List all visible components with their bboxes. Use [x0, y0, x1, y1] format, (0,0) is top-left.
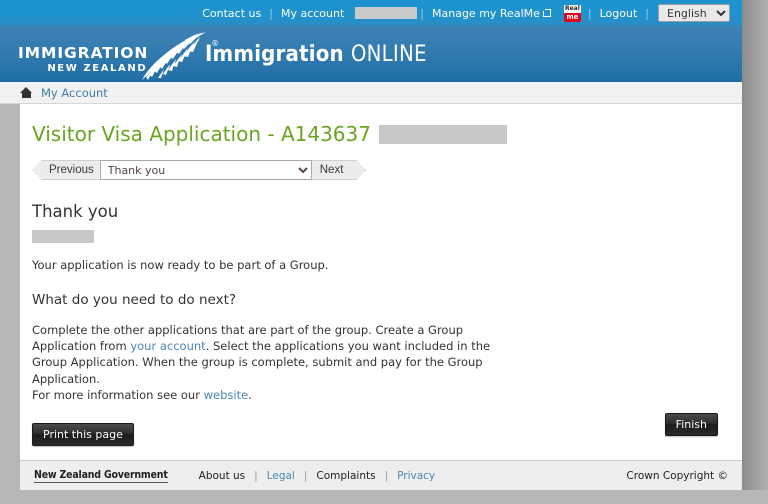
manage-realme-label: Manage my RealMe [432, 7, 540, 20]
page-shell: Contact us | My account | Manage my Real… [0, 0, 742, 490]
finish-button[interactable]: Finish [665, 413, 718, 436]
footer-link-legal[interactable]: Legal [258, 470, 304, 482]
logo-line-immigration: IMMIGRATION [18, 46, 148, 62]
subtitle-redaction [32, 230, 94, 243]
logout-link[interactable]: Logout [593, 7, 645, 20]
page-title-text: Visitor Visa Application - A143637 [32, 122, 371, 146]
print-this-page-button[interactable]: Print this page [32, 423, 134, 446]
account-name-redaction [355, 7, 417, 19]
applicant-name-redaction [379, 125, 507, 144]
realme-logo-icon[interactable]: Real me [564, 5, 581, 22]
page-title: Visitor Visa Application - A143637 [32, 122, 718, 146]
main-content: Visitor Visa Application - A143637 Previ… [0, 122, 742, 452]
my-account-link[interactable]: My account [274, 7, 351, 20]
logo-wordmark: IMMIGRATION NEW ZEALAND [18, 46, 148, 74]
language-select[interactable]: English [658, 4, 730, 22]
external-link-icon [543, 9, 551, 17]
finish-button-wrap: Finish [665, 413, 718, 436]
utility-topbar: Contact us | My account | Manage my Real… [0, 0, 742, 26]
banner-title-bold: Immigration [205, 42, 344, 67]
utility-links: Contact us | My account | Manage my Real… [195, 4, 730, 22]
next-button[interactable]: Next [312, 160, 367, 180]
site-banner: IMMIGRATION NEW ZEALAND [0, 26, 742, 82]
your-account-link[interactable]: your account [130, 339, 205, 353]
section-title: Thank you [32, 202, 718, 221]
logo-line-newzealand: NEW ZEALAND [18, 64, 148, 74]
banner-title-light: ONLINE [351, 42, 427, 67]
print-button-wrap: Print this page [32, 423, 718, 446]
manage-realme-link[interactable]: Manage my RealMe [425, 7, 558, 20]
bottom-margin-gutter [0, 490, 768, 504]
topbar-separator-4: | [644, 7, 650, 20]
contact-us-link[interactable]: Contact us [195, 7, 268, 20]
breadcrumb: My Account [0, 82, 742, 104]
instructions-paragraph: Complete the other applications that are… [32, 322, 512, 404]
footer-link-privacy[interactable]: Privacy [388, 470, 444, 482]
more-info-suffix: . [248, 388, 252, 402]
copyright-notice: Crown Copyright © [626, 470, 728, 482]
home-icon[interactable] [20, 87, 33, 98]
step-navigation: Previous Thank you Next [32, 160, 718, 180]
question-title: What do you need to do next? [32, 292, 718, 308]
footer-link-about-us[interactable]: About us [190, 470, 255, 482]
intro-line: Your application is now ready to be part… [32, 257, 718, 274]
footer-links: About us | Legal | Complaints | Privacy [190, 470, 445, 482]
realme-badge-bottom: me [564, 13, 581, 22]
screenshot-root: Contact us | My account | Manage my Real… [0, 0, 768, 504]
immigration-nz-logo[interactable]: IMMIGRATION NEW ZEALAND [18, 30, 208, 80]
footer-link-complaints[interactable]: Complaints [307, 470, 384, 482]
left-margin-gutter [0, 104, 20, 490]
silver-fern-icon [130, 30, 210, 82]
more-info-prefix: For more information see our [32, 388, 204, 402]
website-link[interactable]: website [204, 388, 249, 402]
realme-badge-top: Real [564, 5, 581, 13]
previous-button[interactable]: Previous [32, 160, 100, 180]
site-footer: New Zealand Government About us | Legal … [20, 460, 742, 490]
nz-government-logo: New Zealand Government [34, 469, 168, 483]
step-select[interactable]: Thank you [100, 160, 312, 180]
right-scroll-gutter[interactable] [742, 0, 768, 504]
breadcrumb-my-account[interactable]: My Account [41, 86, 108, 100]
banner-title: Immigration ONLINE [205, 42, 427, 67]
